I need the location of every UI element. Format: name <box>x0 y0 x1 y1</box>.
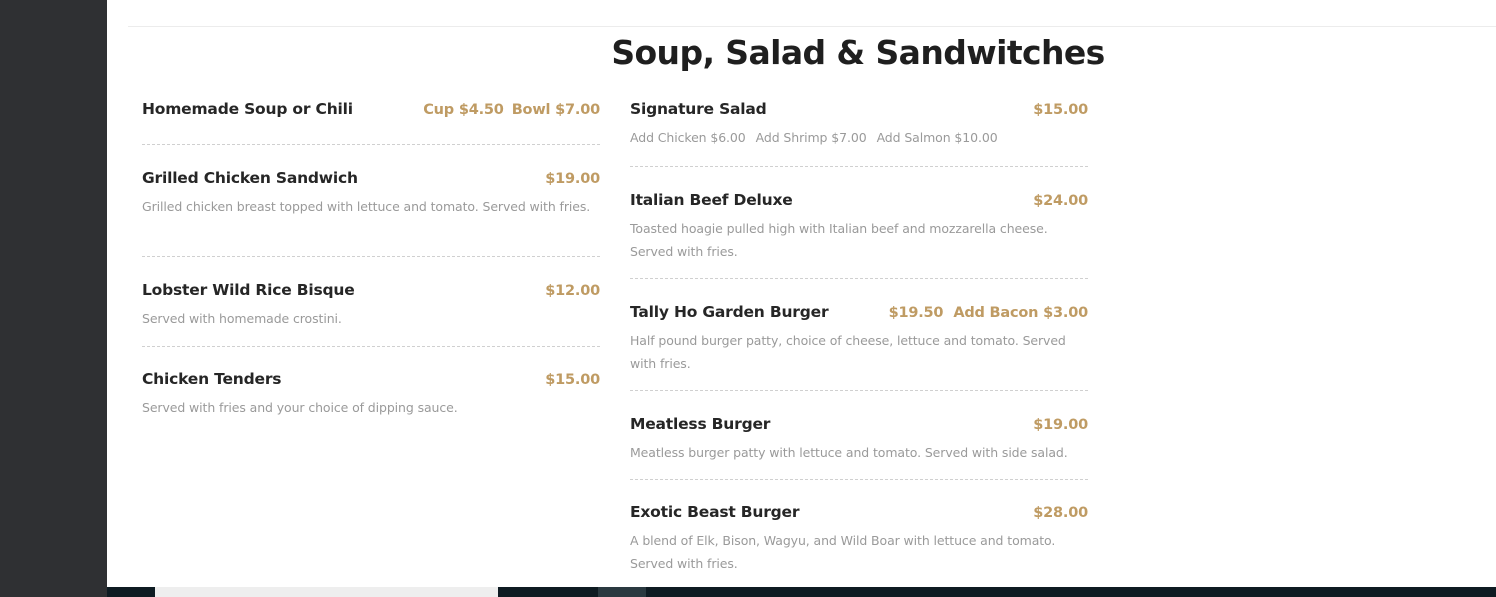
item-price-base: $19.50 <box>888 305 944 321</box>
menu-item: Tally Ho Garden Burger $19.50 Add Bacon $… <box>630 279 1088 390</box>
item-description: Served with homemade crostini. <box>142 311 342 326</box>
item-price: $28.00 <box>1033 505 1088 521</box>
item-addons: Add Chicken $6.00 Add Shrimp $7.00 Add Sal… <box>630 126 1088 149</box>
item-price: $19.00 <box>545 171 600 187</box>
menu-item: Homemade Soup or Chili Cup $4.50 Bowl $7.… <box>142 100 600 144</box>
menu-column-left: Homemade Soup or Chili Cup $4.50 Bowl $7.… <box>142 100 600 419</box>
menu-item: Grilled Chicken Sandwich $19.00 Grilled … <box>142 145 600 256</box>
item-description: Grilled chicken breast topped with lettu… <box>142 199 591 214</box>
item-price: $15.00 <box>545 372 600 388</box>
menu-item: Exotic Beast Burger $28.00 A blend of El… <box>630 480 1088 575</box>
item-price-addon: Add Bacon $3.00 <box>953 305 1088 321</box>
addon-chicken: Add Chicken $6.00 <box>630 130 746 145</box>
item-name: Signature Salad <box>630 100 767 118</box>
item-name: Lobster Wild Rice Bisque <box>142 281 355 299</box>
addon-salmon: Add Salmon $10.00 <box>876 130 998 145</box>
item-name: Chicken Tenders <box>142 370 282 388</box>
item-price-bowl: Bowl $7.00 <box>511 102 600 118</box>
item-description: A blend of Elk, Bison, Wagyu, and Wild B… <box>630 533 1056 571</box>
item-name: Italian Beef Deluxe <box>630 191 793 209</box>
item-name: Meatless Burger <box>630 415 771 433</box>
item-price: $15.00 <box>1033 102 1088 118</box>
item-description: Toasted hoagie pulled high with Italian … <box>630 221 1048 259</box>
item-price: $24.00 <box>1033 193 1088 209</box>
item-name: Homemade Soup or Chili <box>142 100 353 118</box>
item-price: $12.00 <box>545 283 600 299</box>
menu-item: Signature Salad $15.00 Add Chicken $6.00… <box>630 100 1088 166</box>
top-divider <box>128 26 1496 27</box>
item-price: $19.00 <box>1033 417 1088 433</box>
item-price: Cup $4.50 Bowl $7.00 <box>423 102 600 118</box>
item-name: Grilled Chicken Sandwich <box>142 169 358 187</box>
item-price: $19.50 Add Bacon $3.00 <box>888 305 1089 321</box>
menu-column-right: Signature Salad $15.00 Add Chicken $6.00… <box>630 100 1088 575</box>
item-description: Served with fries and your choice of dip… <box>142 400 458 415</box>
left-gutter <box>0 0 107 597</box>
item-description: Meatless burger patty with lettuce and t… <box>630 445 1068 460</box>
menu-item: Chicken Tenders $15.00 Served with fries… <box>142 347 600 419</box>
menu-item: Italian Beef Deluxe $24.00 Toasted hoagi… <box>630 167 1088 278</box>
bottom-strip <box>107 587 1496 597</box>
item-description: Half pound burger patty, choice of chees… <box>630 333 1066 371</box>
bottom-panel-edge <box>155 587 498 597</box>
addon-shrimp: Add Shrimp $7.00 <box>755 130 867 145</box>
menu-item: Meatless Burger $19.00 Meatless burger p… <box>630 391 1088 479</box>
item-name: Tally Ho Garden Burger <box>630 303 829 321</box>
menu-item: Lobster Wild Rice Bisque $12.00 Served w… <box>142 257 600 346</box>
section-title: Soup, Salad & Sandwitches <box>611 33 1105 72</box>
bottom-button-edge[interactable] <box>598 587 646 597</box>
item-name: Exotic Beast Burger <box>630 503 800 521</box>
item-price-cup: Cup $4.50 <box>423 102 504 118</box>
